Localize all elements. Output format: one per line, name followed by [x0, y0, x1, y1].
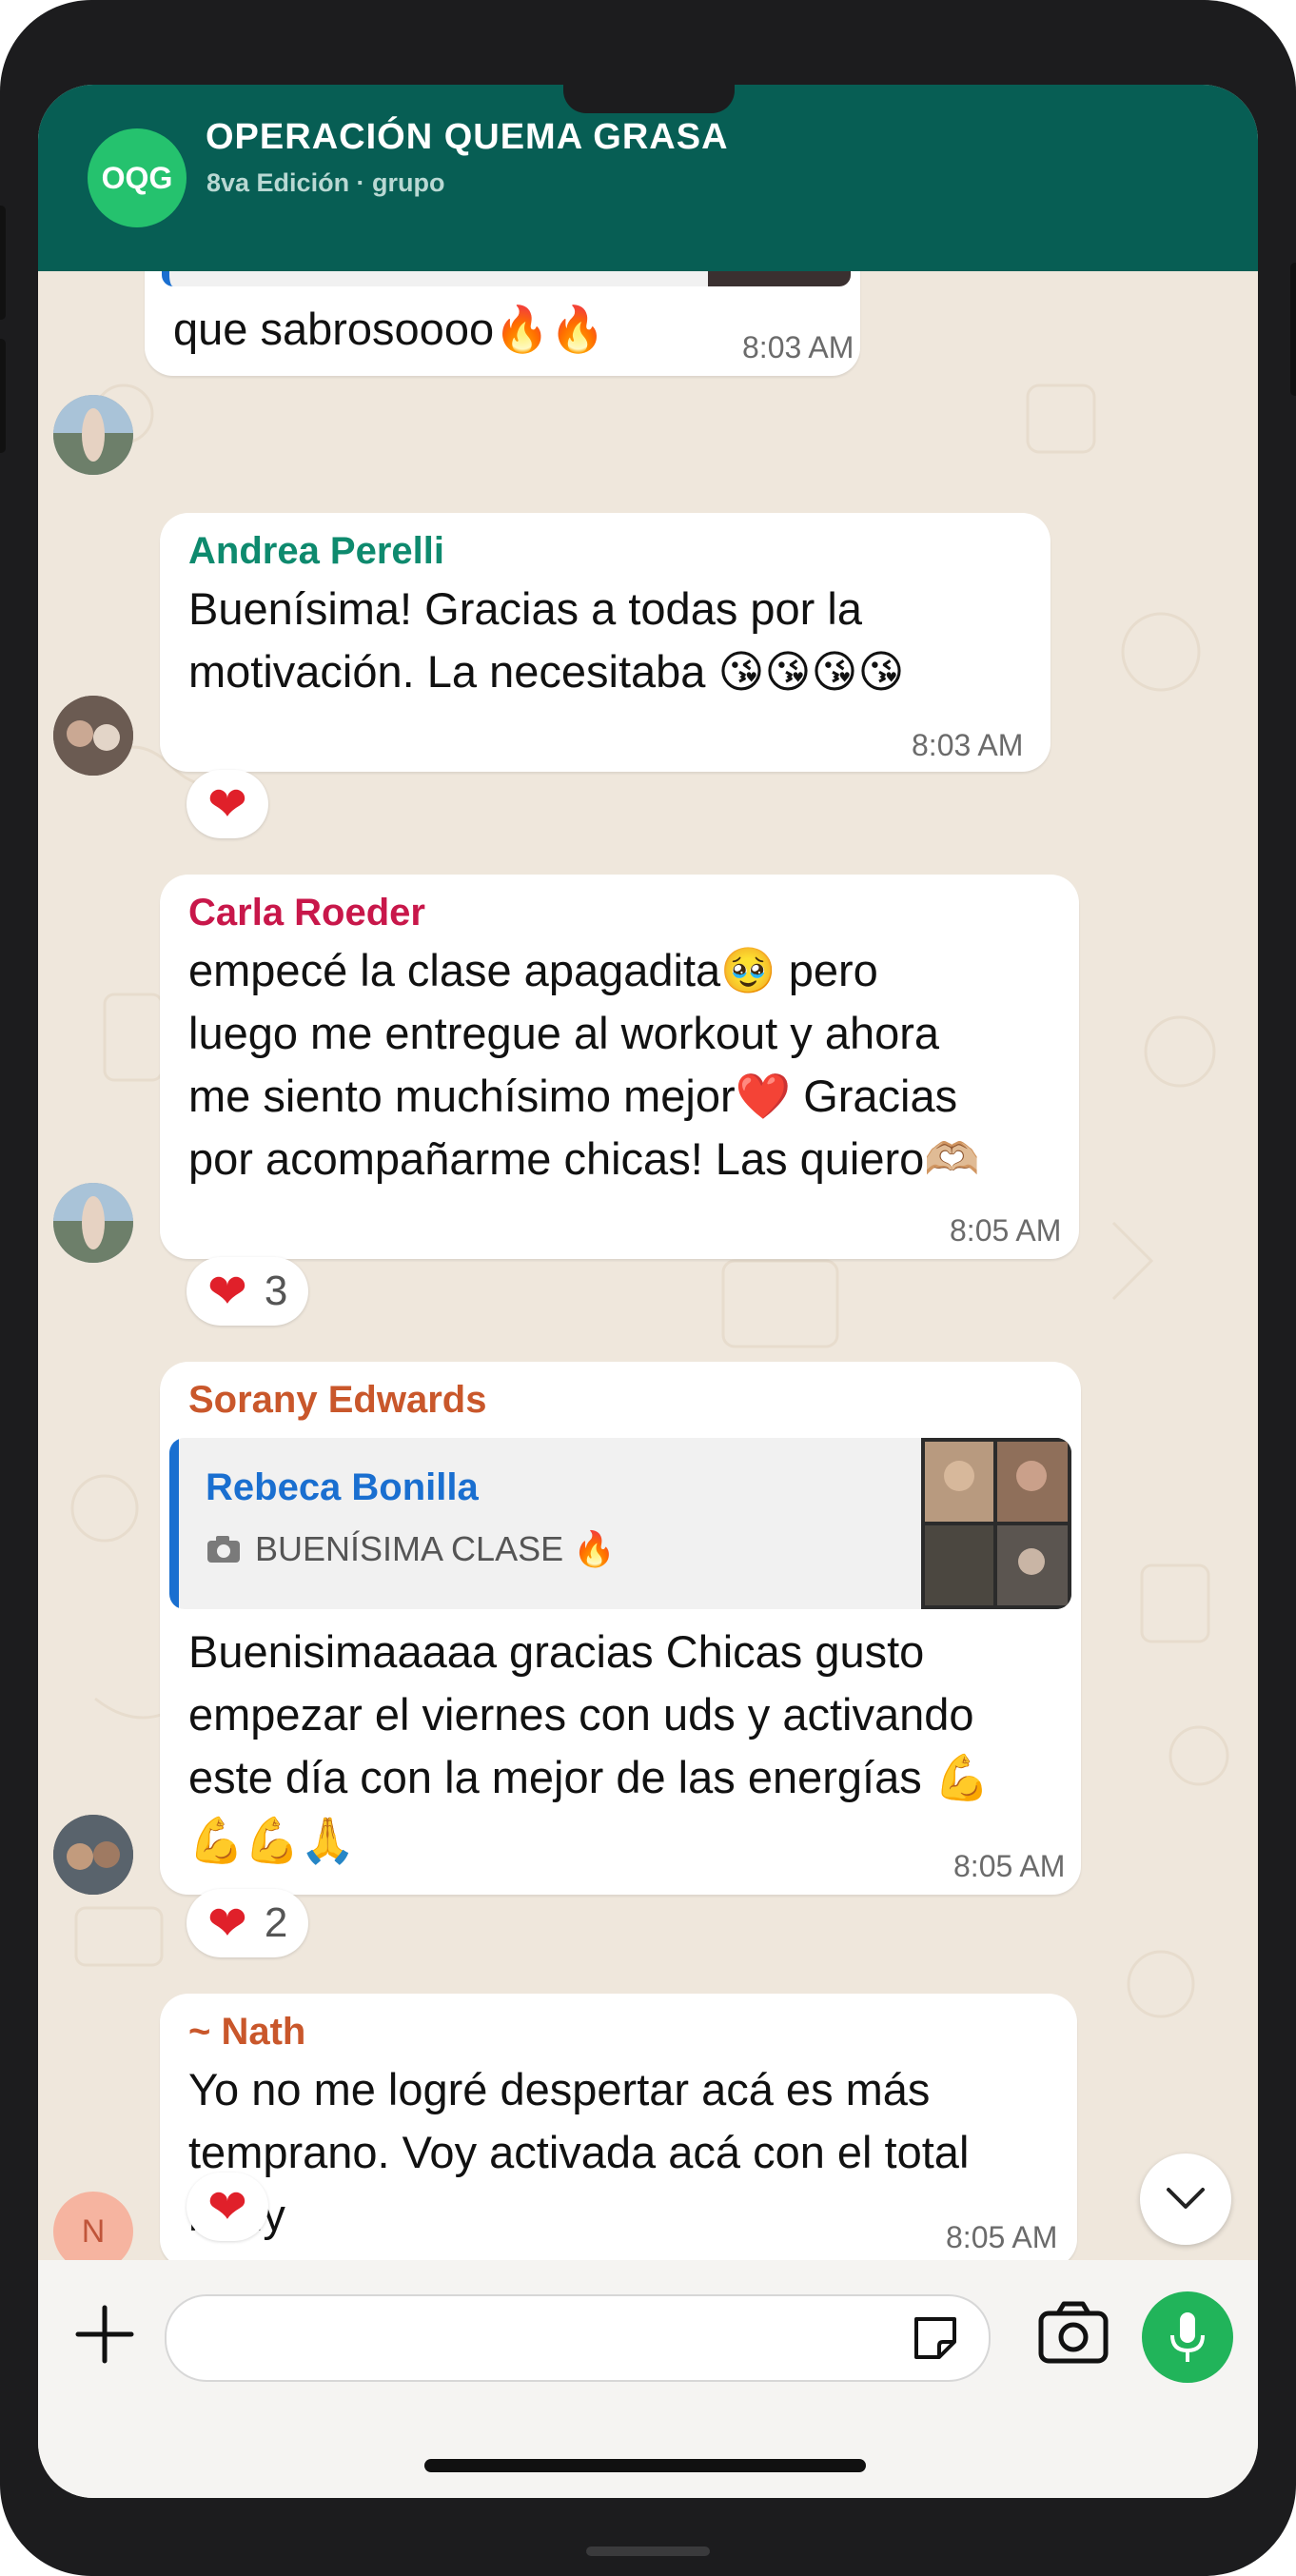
message-time: 8:03 AM: [742, 330, 854, 364]
reaction-chip[interactable]: ❤: [187, 2173, 268, 2241]
message-time: 8:03 AM: [912, 728, 1024, 762]
message-bubble[interactable]: ~ Nath Yo no me logré despertar acá es m…: [160, 1994, 1077, 2260]
microphone-icon: [1170, 2312, 1205, 2362]
heart-reaction-icon: ❤: [207, 1265, 247, 1318]
heart-reaction-icon: ❤: [207, 1897, 247, 1950]
quoted-text: BUENÍSIMA CLASE 🔥: [255, 1529, 616, 1568]
camera-small-icon: [207, 1536, 240, 1563]
camera-notch: [563, 85, 735, 113]
message-text: Yo no me logré despertar acá es más temp…: [188, 2064, 970, 2240]
sender-name[interactable]: ~ Nath: [188, 2011, 305, 2054]
message-time: 8:05 AM: [953, 1849, 1066, 1883]
home-indicator[interactable]: [424, 2459, 866, 2472]
phone-frame: OQG OPERACIÓN QUEMA GRASA 8va Edición · …: [0, 0, 1296, 2576]
heart-reaction-icon: ❤: [207, 777, 247, 831]
reaction-chip[interactable]: ❤ 3: [187, 1257, 309, 1326]
message-bubble[interactable]: Sorany Edwards Rebeca Bonilla BUENÍSIMA …: [160, 1362, 1081, 1895]
message-text: Buenisimaaaaa gracias Chicas gusto empez…: [188, 1626, 991, 1865]
message-input[interactable]: [165, 2294, 991, 2382]
reaction-chip[interactable]: ❤ 2: [187, 1889, 309, 1957]
reaction-chip[interactable]: ❤: [187, 770, 268, 838]
chevron-down-icon: [1167, 2188, 1205, 2209]
bottom-speaker: [586, 2547, 710, 2556]
message-time: 8:05 AM: [950, 1213, 1062, 1248]
message-time: 8:05 AM: [946, 2220, 1058, 2254]
sender-name[interactable]: Carla Roeder: [188, 892, 425, 934]
camera-button[interactable]: [1035, 2298, 1111, 2370]
quoted-image-thumbnail[interactable]: [921, 1438, 1071, 1609]
app-screen: OQG OPERACIÓN QUEMA GRASA 8va Edición · …: [38, 85, 1258, 2498]
message-bubble[interactable]: que sabrosoooo🔥🔥 8:03 AM: [145, 271, 860, 376]
sticker-icon[interactable]: [907, 2310, 964, 2367]
quoted-message[interactable]: Rebeca Bonilla BUENÍSIMA CLASE 🔥: [169, 1438, 1071, 1609]
sender-avatar[interactable]: [53, 696, 133, 776]
message-text: que sabrosoooo🔥🔥: [173, 304, 606, 354]
quoted-text-row: BUENÍSIMA CLASE 🔥: [206, 1529, 616, 1569]
side-button: [0, 339, 6, 453]
message-list[interactable]: que sabrosoooo🔥🔥 8:03 AM Andrea Perelli …: [38, 271, 1258, 2260]
sender-name[interactable]: Andrea Perelli: [188, 530, 444, 573]
voice-message-button[interactable]: [1142, 2291, 1233, 2383]
reaction-count: 2: [264, 1899, 288, 1946]
attach-button[interactable]: [65, 2294, 145, 2374]
group-title[interactable]: OPERACIÓN QUEMA GRASA: [206, 117, 729, 158]
sender-name[interactable]: Sorany Edwards: [188, 1379, 486, 1422]
quote-accent-bar: [169, 1438, 179, 1609]
sender-avatar[interactable]: [53, 1183, 133, 1263]
quoted-sender: Rebeca Bonilla: [206, 1466, 479, 1508]
power-button: [1290, 263, 1296, 396]
plus-icon: [75, 2305, 134, 2364]
quoted-media-fragment: [162, 271, 851, 286]
group-avatar[interactable]: OQG: [88, 128, 187, 227]
message-text: Buenísima! Gracias a todas por la motiva…: [188, 583, 905, 697]
message-bubble[interactable]: Andrea Perelli Buenísima! Gracias a toda…: [160, 513, 1051, 772]
side-button: [0, 206, 6, 320]
reaction-count: 3: [264, 1268, 288, 1314]
message-text: empecé la clase apagadita🥹 pero luego me…: [188, 945, 980, 1184]
scroll-to-bottom-button[interactable]: [1140, 2153, 1231, 2245]
sender-avatar[interactable]: [53, 395, 133, 475]
sender-avatar[interactable]: [53, 1815, 133, 1895]
message-bubble[interactable]: Carla Roeder empecé la clase apagadita🥹 …: [160, 875, 1079, 1259]
heart-reaction-icon: ❤: [207, 2180, 247, 2233]
group-subtitle: 8va Edición · grupo: [206, 168, 445, 197]
camera-icon: [1038, 2301, 1109, 2364]
